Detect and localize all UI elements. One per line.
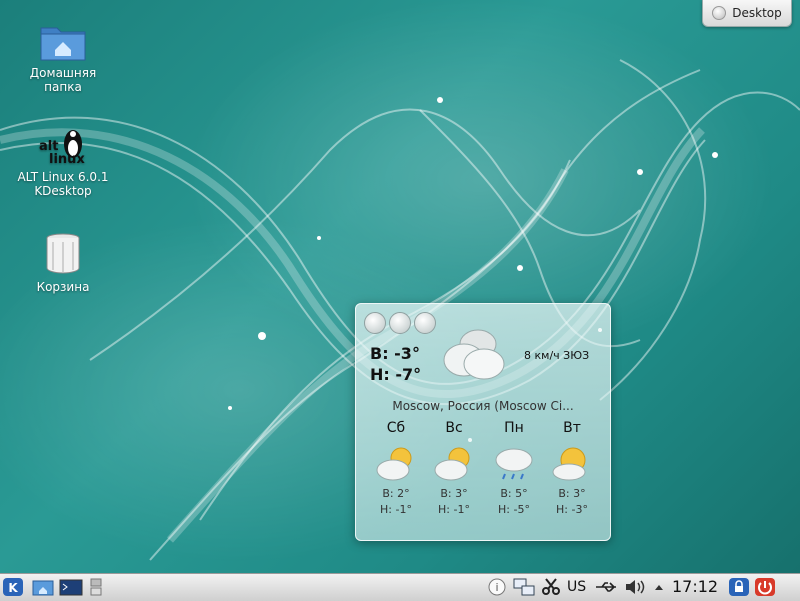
forecast-high: В: 2°	[382, 487, 410, 500]
power-icon	[755, 578, 775, 596]
cloudy-icon	[443, 329, 505, 380]
desktop-icon-label: Корзина	[36, 280, 90, 294]
terminal-icon	[59, 579, 83, 596]
clock[interactable]: 17:12	[672, 577, 718, 596]
info-icon: i	[488, 578, 506, 596]
partly-cloudy-icon	[434, 447, 470, 481]
svg-text:K: K	[8, 581, 18, 595]
forecast-high: В: 3°	[440, 487, 468, 500]
lock-icon	[729, 578, 749, 596]
keyboard-layout[interactable]: US	[567, 579, 586, 595]
desktop-show-icon	[90, 578, 102, 596]
desktop-icon-trash[interactable]: Корзина	[13, 232, 113, 294]
forecast-day: Вс В: 3° Н: -1°	[424, 420, 484, 518]
taskbar-show-desktop[interactable]	[89, 577, 103, 597]
network-tray[interactable]	[512, 577, 536, 597]
lock-screen-button[interactable]	[728, 577, 750, 597]
home-folder-icon	[32, 580, 54, 596]
forecast-low: Н: -1°	[438, 503, 470, 516]
forecast-high: В: 5°	[500, 487, 528, 500]
settings-icon[interactable]	[364, 312, 386, 334]
desktop-button-label: Desktop	[732, 6, 782, 20]
today-high: В: -3°	[370, 344, 420, 363]
taskbar-home-folder[interactable]	[31, 577, 55, 597]
network-icon	[513, 578, 535, 596]
desktop-toolbox-button[interactable]: Desktop	[702, 0, 792, 27]
forecast-low: Н: -5°	[498, 503, 530, 516]
notifications-info[interactable]: i	[488, 577, 506, 597]
forecast-day: Вт В: 3° Н: -3°	[542, 420, 602, 518]
forecast-day: Пн В: 5° Н: -5°	[484, 420, 544, 518]
sun-cloud-icon	[552, 447, 586, 481]
alt-linux-icon: alt linux	[39, 130, 85, 166]
desktop-icon-label: Домашняя папка	[29, 66, 97, 94]
trash-icon	[46, 233, 80, 274]
forecast-day-name: Сб	[386, 420, 406, 436]
scissors-icon	[542, 578, 560, 595]
partly-cloudy-icon	[376, 447, 412, 481]
shutdown-button[interactable]	[754, 577, 776, 597]
chevron-up-icon	[655, 585, 663, 590]
kde-logo-icon: K	[3, 578, 23, 596]
location-label: Moscow, Россия (Moscow Ci...	[392, 399, 574, 413]
forecast-day: Сб В: 2° Н: -1°	[366, 420, 426, 518]
today-low: Н: -7°	[370, 365, 422, 384]
usb-icon	[596, 582, 616, 592]
desktop-icon-alt-linux[interactable]: alt linux ALT Linux 6.0.1 KDesktop	[13, 126, 113, 198]
kde-menu-button[interactable]: K	[2, 577, 24, 597]
clipboard-tray[interactable]	[542, 577, 560, 597]
home-folder-icon	[40, 27, 86, 61]
forecast-low: Н: -3°	[556, 503, 588, 516]
refresh-icon[interactable]	[414, 312, 436, 334]
forecast-day-name: Пн	[504, 420, 524, 436]
forecast-day-name: Вс	[445, 420, 463, 436]
usb-tray[interactable]	[594, 577, 618, 597]
wind-speed: 8 км/ч ЗЮЗ	[524, 349, 590, 362]
tray-expand-button[interactable]	[652, 577, 666, 597]
svg-text:linux: linux	[49, 152, 85, 166]
svg-text:i: i	[495, 581, 498, 594]
forecast-low: Н: -1°	[380, 503, 412, 516]
taskbar-terminal[interactable]	[59, 577, 83, 597]
plasma-toolbox-icon	[712, 6, 727, 20]
rain-cloud-icon	[495, 448, 533, 480]
weather-widget[interactable]: В: -3° Н: -7° 8 км/ч ЗЮЗ Moscow, Россия …	[355, 303, 611, 541]
desktop-icon-home[interactable]: Домашняя папка	[13, 22, 113, 94]
volume-tray[interactable]	[624, 577, 646, 597]
desktop-icon-label: ALT Linux 6.0.1 KDesktop	[17, 170, 109, 198]
forecast-high: В: 3°	[558, 487, 586, 500]
speaker-icon	[626, 580, 645, 594]
info-icon[interactable]	[389, 312, 411, 334]
forecast-day-name: Вт	[563, 420, 581, 436]
taskbar: K i US 17:12	[0, 573, 800, 601]
